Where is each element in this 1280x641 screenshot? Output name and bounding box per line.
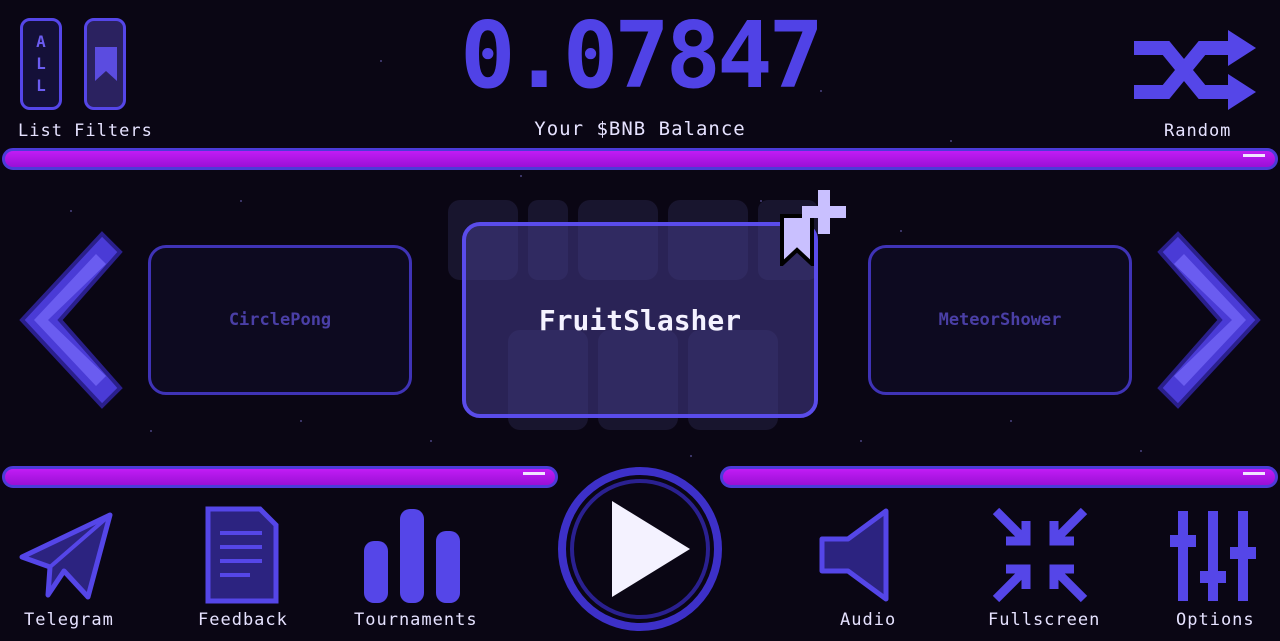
random-button[interactable]: Random	[1130, 18, 1260, 148]
game-card-title: FruitSlasher	[538, 303, 742, 337]
game-card-title: CirclePong	[228, 310, 332, 330]
feedback-button[interactable]: Feedback	[196, 505, 287, 630]
shuffle-icon	[1134, 30, 1256, 110]
fullscreen-caption: Fullscreen	[988, 610, 1101, 630]
options-caption: Options	[1176, 610, 1255, 630]
fullscreen-button[interactable]: Fullscreen	[988, 505, 1099, 630]
paper-plane-icon	[19, 512, 113, 600]
random-caption: Random	[1164, 121, 1232, 141]
balance-label: Your $BNB Balance	[534, 118, 746, 140]
game-card-current[interactable]: FruitSlasher	[462, 222, 818, 418]
speaker-icon	[819, 508, 889, 602]
play-button[interactable]	[556, 465, 724, 633]
tournaments-caption: Tournaments	[354, 610, 478, 630]
document-icon	[205, 506, 279, 604]
top-divider-bar	[2, 148, 1278, 170]
bottom-divider-bar-left	[2, 466, 558, 488]
next-arrow-button[interactable]	[1152, 230, 1272, 410]
previous-arrow-button[interactable]	[8, 230, 128, 410]
fullscreen-exit-icon	[992, 507, 1088, 603]
audio-button[interactable]: Audio	[816, 505, 916, 630]
bar-chart-icon	[364, 509, 460, 603]
game-card-next[interactable]: MeteorShower	[868, 245, 1132, 395]
audio-caption: Audio	[840, 610, 897, 630]
telegram-caption: Telegram	[24, 610, 114, 630]
tournaments-button[interactable]: Tournaments	[352, 505, 477, 630]
telegram-button[interactable]: Telegram	[18, 505, 118, 630]
add-bookmark-button[interactable]	[778, 184, 850, 266]
game-card-previous[interactable]: CirclePong	[148, 245, 412, 395]
options-button[interactable]: Options	[1168, 505, 1260, 630]
sliders-icon	[1170, 511, 1256, 601]
feedback-caption: Feedback	[198, 610, 288, 630]
bottom-divider-bar-right	[720, 466, 1278, 488]
balance-value: 0.07847	[460, 2, 824, 109]
game-card-title: MeteorShower	[938, 310, 1062, 330]
